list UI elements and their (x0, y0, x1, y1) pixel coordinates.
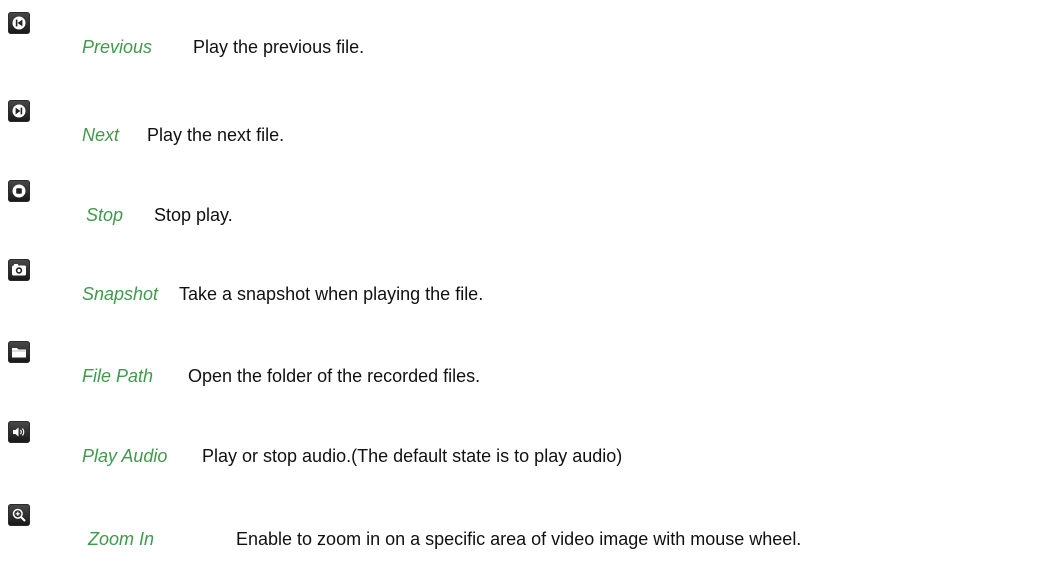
item-description: Stop play. (154, 205, 233, 225)
item-name: Stop (86, 205, 124, 225)
zoom-in-icon (8, 504, 30, 526)
list-item: Snapshot Take a snapshot when playing th… (0, 259, 1038, 319)
list-item: Previous Play the previous file. (0, 12, 1038, 72)
item-description: Play the previous file. (193, 37, 365, 57)
list-item: Next Play the next file. (0, 100, 1038, 160)
list-item: Zoom In Enable to zoom in on a specific … (0, 504, 1038, 564)
item-description: Open the folder of the recorded files. (188, 366, 481, 386)
list-item: Play Audio Play or stop audio.(The defau… (0, 421, 1038, 481)
stop-icon (8, 180, 30, 202)
item-description: Enable to zoom in on a specific area of … (236, 529, 802, 549)
item-description: Play or stop audio.(The default state is… (202, 446, 623, 466)
item-name: Zoom In (88, 529, 155, 549)
item-name: Next (82, 125, 120, 145)
camera-icon (8, 259, 30, 281)
item-name: Snapshot (82, 284, 159, 304)
item-description: Take a snapshot when playing the file. (179, 284, 484, 304)
next-icon (8, 100, 30, 122)
item-name: File Path (82, 366, 154, 386)
item-description: Play the next file. (147, 125, 285, 145)
list-item: File Path Open the folder of the recorde… (0, 341, 1038, 401)
list-item: Stop Stop play. (0, 180, 1038, 240)
item-name: Previous (82, 37, 153, 57)
previous-icon (8, 12, 30, 34)
item-name: Play Audio (82, 446, 168, 466)
folder-icon (8, 341, 30, 363)
speaker-icon (8, 421, 30, 443)
